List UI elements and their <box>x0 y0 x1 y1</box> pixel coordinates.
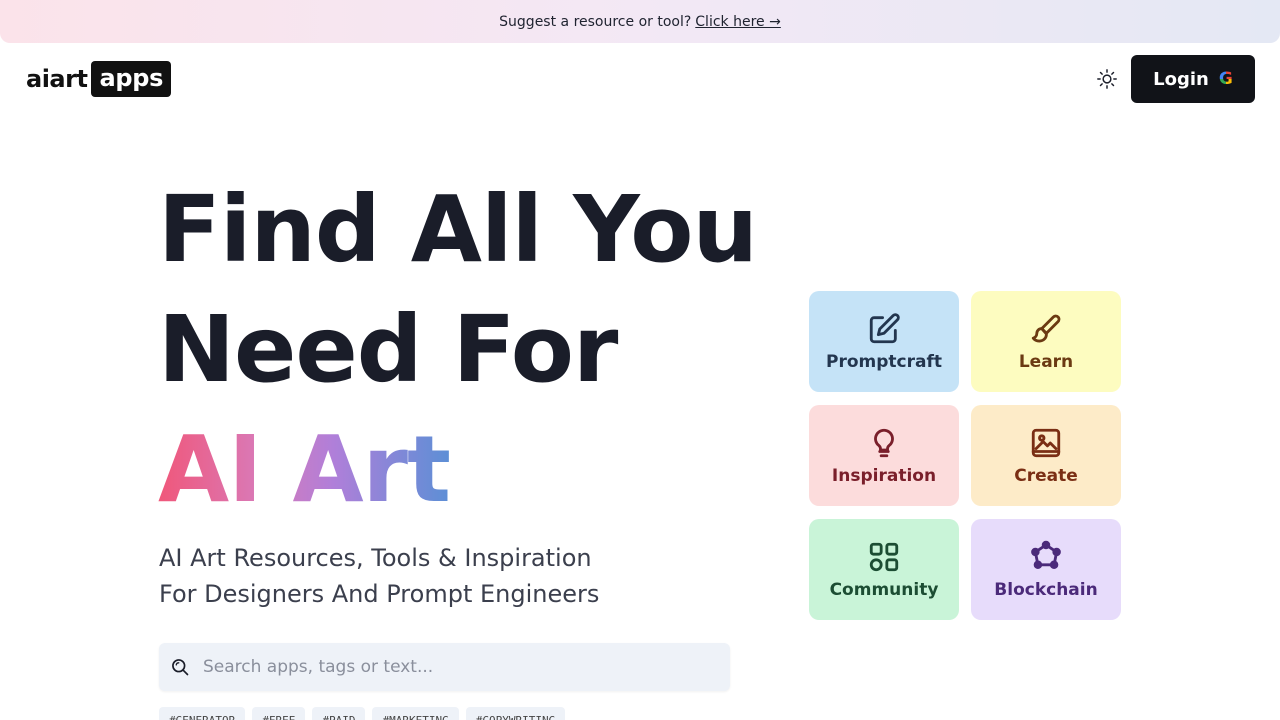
category-create[interactable]: Create <box>971 405 1121 506</box>
category-label: Learn <box>1018 351 1074 372</box>
tag-list: #GENERATOR #FREE #PAID #MARKETING #COPYW… <box>159 707 566 720</box>
logo-text-primary: aiart <box>26 65 88 93</box>
tag-chip[interactable]: #FREE <box>252 707 306 720</box>
category-learn[interactable]: Learn <box>971 291 1121 392</box>
sun-icon <box>1097 69 1117 89</box>
lightbulb-icon <box>874 428 894 457</box>
theme-toggle-button[interactable] <box>1094 66 1120 92</box>
category-community[interactable]: Community <box>809 519 959 620</box>
banner-link[interactable]: Click here → <box>695 14 781 30</box>
category-label: Inspiration <box>831 465 937 486</box>
paintbrush-icon <box>1031 314 1061 342</box>
category-label: Community <box>829 579 939 600</box>
hero-subtitle: AI Art Resources, Tools & Inspiration Fo… <box>159 540 599 612</box>
hero-title-line-2: Need For <box>158 296 618 403</box>
site-logo[interactable]: aiart apps <box>26 61 172 97</box>
banner-text: Suggest a resource or tool? <box>499 13 692 30</box>
tag-chip[interactable]: #PAID <box>312 707 366 720</box>
network-icon <box>1031 540 1061 569</box>
tag-chip[interactable]: #GENERATOR <box>159 707 246 720</box>
login-label: Login <box>1153 68 1209 90</box>
category-blockchain[interactable]: Blockchain <box>971 519 1121 620</box>
search-icon <box>169 656 191 678</box>
announcement-banner: Suggest a resource or tool? Click here → <box>0 0 1280 43</box>
pencil-square-icon <box>869 312 900 343</box>
search-bar <box>159 643 730 691</box>
logo-text-badge: apps <box>91 61 172 97</box>
category-grid: Promptcraft Learn Inspiration Create Com… <box>809 291 1121 620</box>
category-inspiration[interactable]: Inspiration <box>809 405 959 506</box>
subtitle-line-1: AI Art Resources, Tools & Inspiration <box>159 544 592 572</box>
category-promptcraft[interactable]: Promptcraft <box>809 291 959 392</box>
hero-title-line-1: Find All You <box>158 176 758 283</box>
google-icon: G <box>1218 69 1233 89</box>
tag-chip[interactable]: #COPYWRITING <box>465 707 566 720</box>
category-label: Blockchain <box>994 579 1098 600</box>
login-button[interactable]: Login G <box>1131 55 1255 103</box>
category-label: Promptcraft <box>826 351 942 372</box>
tag-chip[interactable]: #MARKETING <box>372 707 459 720</box>
subtitle-line-2: For Designers And Prompt Engineers <box>159 580 600 608</box>
shapes-icon <box>869 542 899 571</box>
image-icon <box>1031 428 1061 457</box>
hero-title-highlight: AI Art <box>158 416 451 523</box>
category-label: Create <box>1014 465 1078 486</box>
search-input[interactable] <box>203 657 703 677</box>
